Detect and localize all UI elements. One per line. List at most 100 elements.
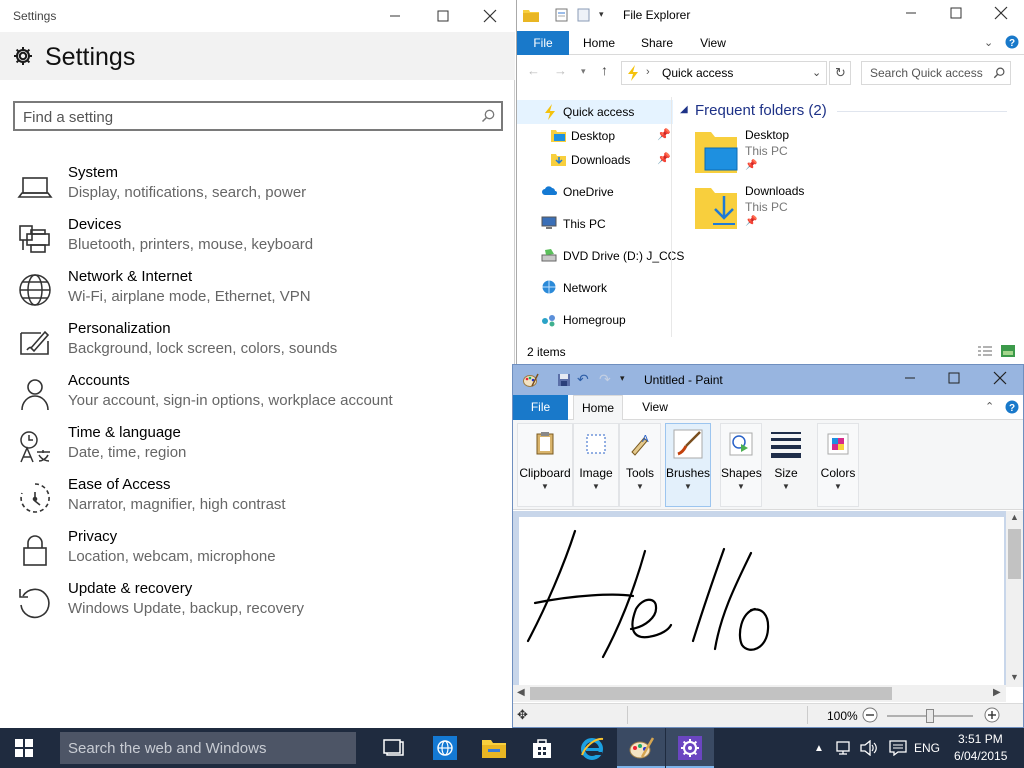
chevron-down-icon[interactable]: ▾	[599, 9, 604, 20]
nav-item-desktop[interactable]: Desktop 📌	[517, 124, 673, 148]
scroll-down-icon[interactable]: ▼	[1010, 672, 1019, 682]
nav-item-this-pc[interactable]: This PC	[517, 212, 673, 236]
redo-icon[interactable]: ↷	[599, 371, 611, 388]
tab-home[interactable]: Home	[575, 31, 623, 55]
taskbar-app-store[interactable]	[518, 728, 566, 768]
image-button[interactable]: Image ▼	[573, 423, 619, 507]
settings-category-update-recovery[interactable]: Update & recovery Windows Update, backup…	[0, 580, 515, 632]
tab-file[interactable]: File	[513, 395, 568, 420]
taskbar-search-box[interactable]	[60, 732, 356, 764]
zoom-out-icon[interactable]	[862, 707, 878, 723]
input-language[interactable]: ENG	[912, 728, 942, 768]
save-icon[interactable]	[557, 373, 571, 387]
taskbar-app-internet-explorer[interactable]	[568, 728, 616, 768]
search-input[interactable]	[23, 107, 463, 127]
settings-category-accounts[interactable]: Accounts Your account, sign-in options, …	[0, 372, 515, 424]
folder-tile-downloads[interactable]: Downloads This PC 📌	[693, 184, 873, 234]
maximize-button[interactable]	[420, 0, 466, 32]
minimize-button[interactable]	[372, 0, 418, 32]
taskbar-app-settings[interactable]	[666, 728, 714, 768]
settings-category-network[interactable]: Network & Internet Wi-Fi, airplane mode,…	[0, 268, 515, 320]
chevron-down-icon[interactable]: ⌄	[812, 66, 821, 79]
size-button[interactable]: Size ▼	[765, 423, 807, 507]
maximize-button[interactable]	[931, 365, 977, 391]
settings-category-system[interactable]: System Display, notifications, search, p…	[0, 164, 515, 216]
up-arrow-icon[interactable]: ↑	[601, 62, 608, 78]
help-icon[interactable]: ?	[1005, 35, 1019, 49]
group-header[interactable]: Frequent folders (2)	[695, 102, 827, 119]
help-icon[interactable]: ?	[1005, 400, 1019, 414]
chevron-up-icon[interactable]: ⌃	[985, 400, 994, 413]
minimize-button[interactable]	[888, 0, 934, 26]
search-input[interactable]	[68, 739, 348, 757]
new-folder-icon[interactable]	[577, 8, 591, 22]
recent-locations-icon[interactable]: ▾	[581, 66, 586, 77]
tab-file[interactable]: File	[517, 31, 569, 55]
settings-category-personalization[interactable]: Personalization Background, lock screen,…	[0, 320, 515, 372]
settings-category-privacy[interactable]: Privacy Location, webcam, microphone	[0, 528, 515, 580]
nav-item-network[interactable]: Network	[517, 276, 673, 300]
zoom-slider-thumb[interactable]	[926, 709, 934, 723]
clock[interactable]: 3:51 PM 6/04/2015	[948, 728, 1018, 768]
horizontal-scrollbar[interactable]: ◀ ▶	[513, 685, 1006, 702]
forward-arrow-icon[interactable]: →	[554, 63, 567, 78]
brushes-button[interactable]: Brushes ▼	[665, 423, 711, 507]
tab-view[interactable]: View	[689, 31, 737, 55]
zoom-in-icon[interactable]	[984, 707, 1000, 723]
large-icons-view-icon[interactable]	[1001, 345, 1015, 357]
clipboard-button[interactable]: Clipboard ▼	[517, 423, 573, 507]
minimize-button[interactable]	[887, 365, 933, 391]
nav-item-quick-access[interactable]: Quick access	[517, 100, 673, 124]
settings-search-box[interactable]	[13, 101, 503, 131]
explorer-search-box[interactable]	[861, 61, 1011, 85]
details-view-icon[interactable]	[977, 345, 993, 357]
vertical-scrollbar[interactable]: ▲ ▼	[1006, 511, 1023, 687]
action-center-icon[interactable]	[886, 728, 910, 768]
maximize-button[interactable]	[933, 0, 979, 26]
tab-view[interactable]: View	[631, 395, 679, 419]
search-input[interactable]	[870, 65, 986, 81]
chevron-down-icon[interactable]: ⌄	[984, 36, 993, 49]
taskbar-app-file-explorer[interactable]	[470, 728, 518, 768]
close-button[interactable]	[977, 365, 1023, 391]
nav-item-downloads[interactable]: Downloads 📌	[517, 148, 673, 172]
taskbar-app-paint[interactable]	[617, 728, 665, 768]
undo-icon[interactable]: ↶	[577, 371, 589, 388]
close-button[interactable]	[978, 0, 1024, 26]
volume-icon[interactable]	[858, 728, 880, 768]
collapse-group-icon[interactable]: ◢	[680, 104, 688, 115]
scroll-right-icon[interactable]: ▶	[993, 687, 1001, 698]
close-button[interactable]	[467, 0, 513, 32]
tab-home[interactable]: Home	[573, 395, 623, 421]
pin-icon[interactable]: 📌	[657, 128, 671, 141]
shapes-button[interactable]: Shapes ▼	[720, 423, 762, 507]
network-status-icon[interactable]	[834, 728, 856, 768]
search-icon[interactable]	[993, 67, 1005, 79]
chevron-down-icon[interactable]: ▾	[620, 373, 625, 384]
nav-item-dvd-drive[interactable]: DVD Drive (D:) J_CCS	[517, 244, 684, 268]
settings-category-devices[interactable]: Devices Bluetooth, printers, mouse, keyb…	[0, 216, 515, 268]
tools-button[interactable]: A Tools ▼	[619, 423, 661, 507]
tab-share[interactable]: Share	[633, 31, 681, 55]
properties-icon[interactable]	[555, 8, 569, 22]
pin-icon[interactable]: 📌	[657, 152, 671, 165]
refresh-button[interactable]: ↻	[829, 61, 851, 85]
task-view-button[interactable]	[370, 728, 418, 768]
scroll-up-icon[interactable]: ▲	[1010, 512, 1019, 522]
address-bar[interactable]: › Quick access ⌄	[621, 61, 827, 85]
settings-category-time-language[interactable]: Time & language Date, time, region	[0, 424, 515, 476]
pane-divider[interactable]	[671, 97, 672, 337]
paint-app-icon[interactable]	[523, 372, 539, 388]
nav-item-homegroup[interactable]: Homegroup	[517, 308, 673, 332]
nav-item-onedrive[interactable]: OneDrive	[517, 180, 673, 204]
scroll-left-icon[interactable]: ◀	[517, 687, 525, 698]
scroll-thumb[interactable]	[1008, 529, 1021, 579]
start-button[interactable]	[0, 728, 48, 768]
search-icon[interactable]	[481, 109, 495, 123]
scroll-thumb[interactable]	[530, 687, 892, 700]
back-arrow-icon[interactable]: ←	[527, 63, 540, 78]
folder-tile-desktop[interactable]: Desktop This PC 📌	[693, 128, 873, 178]
colors-button[interactable]: Colors ▼	[817, 423, 859, 507]
settings-category-ease-of-access[interactable]: Ease of Access Narrator, magnifier, high…	[0, 476, 515, 528]
drawing-canvas[interactable]	[519, 517, 1004, 687]
